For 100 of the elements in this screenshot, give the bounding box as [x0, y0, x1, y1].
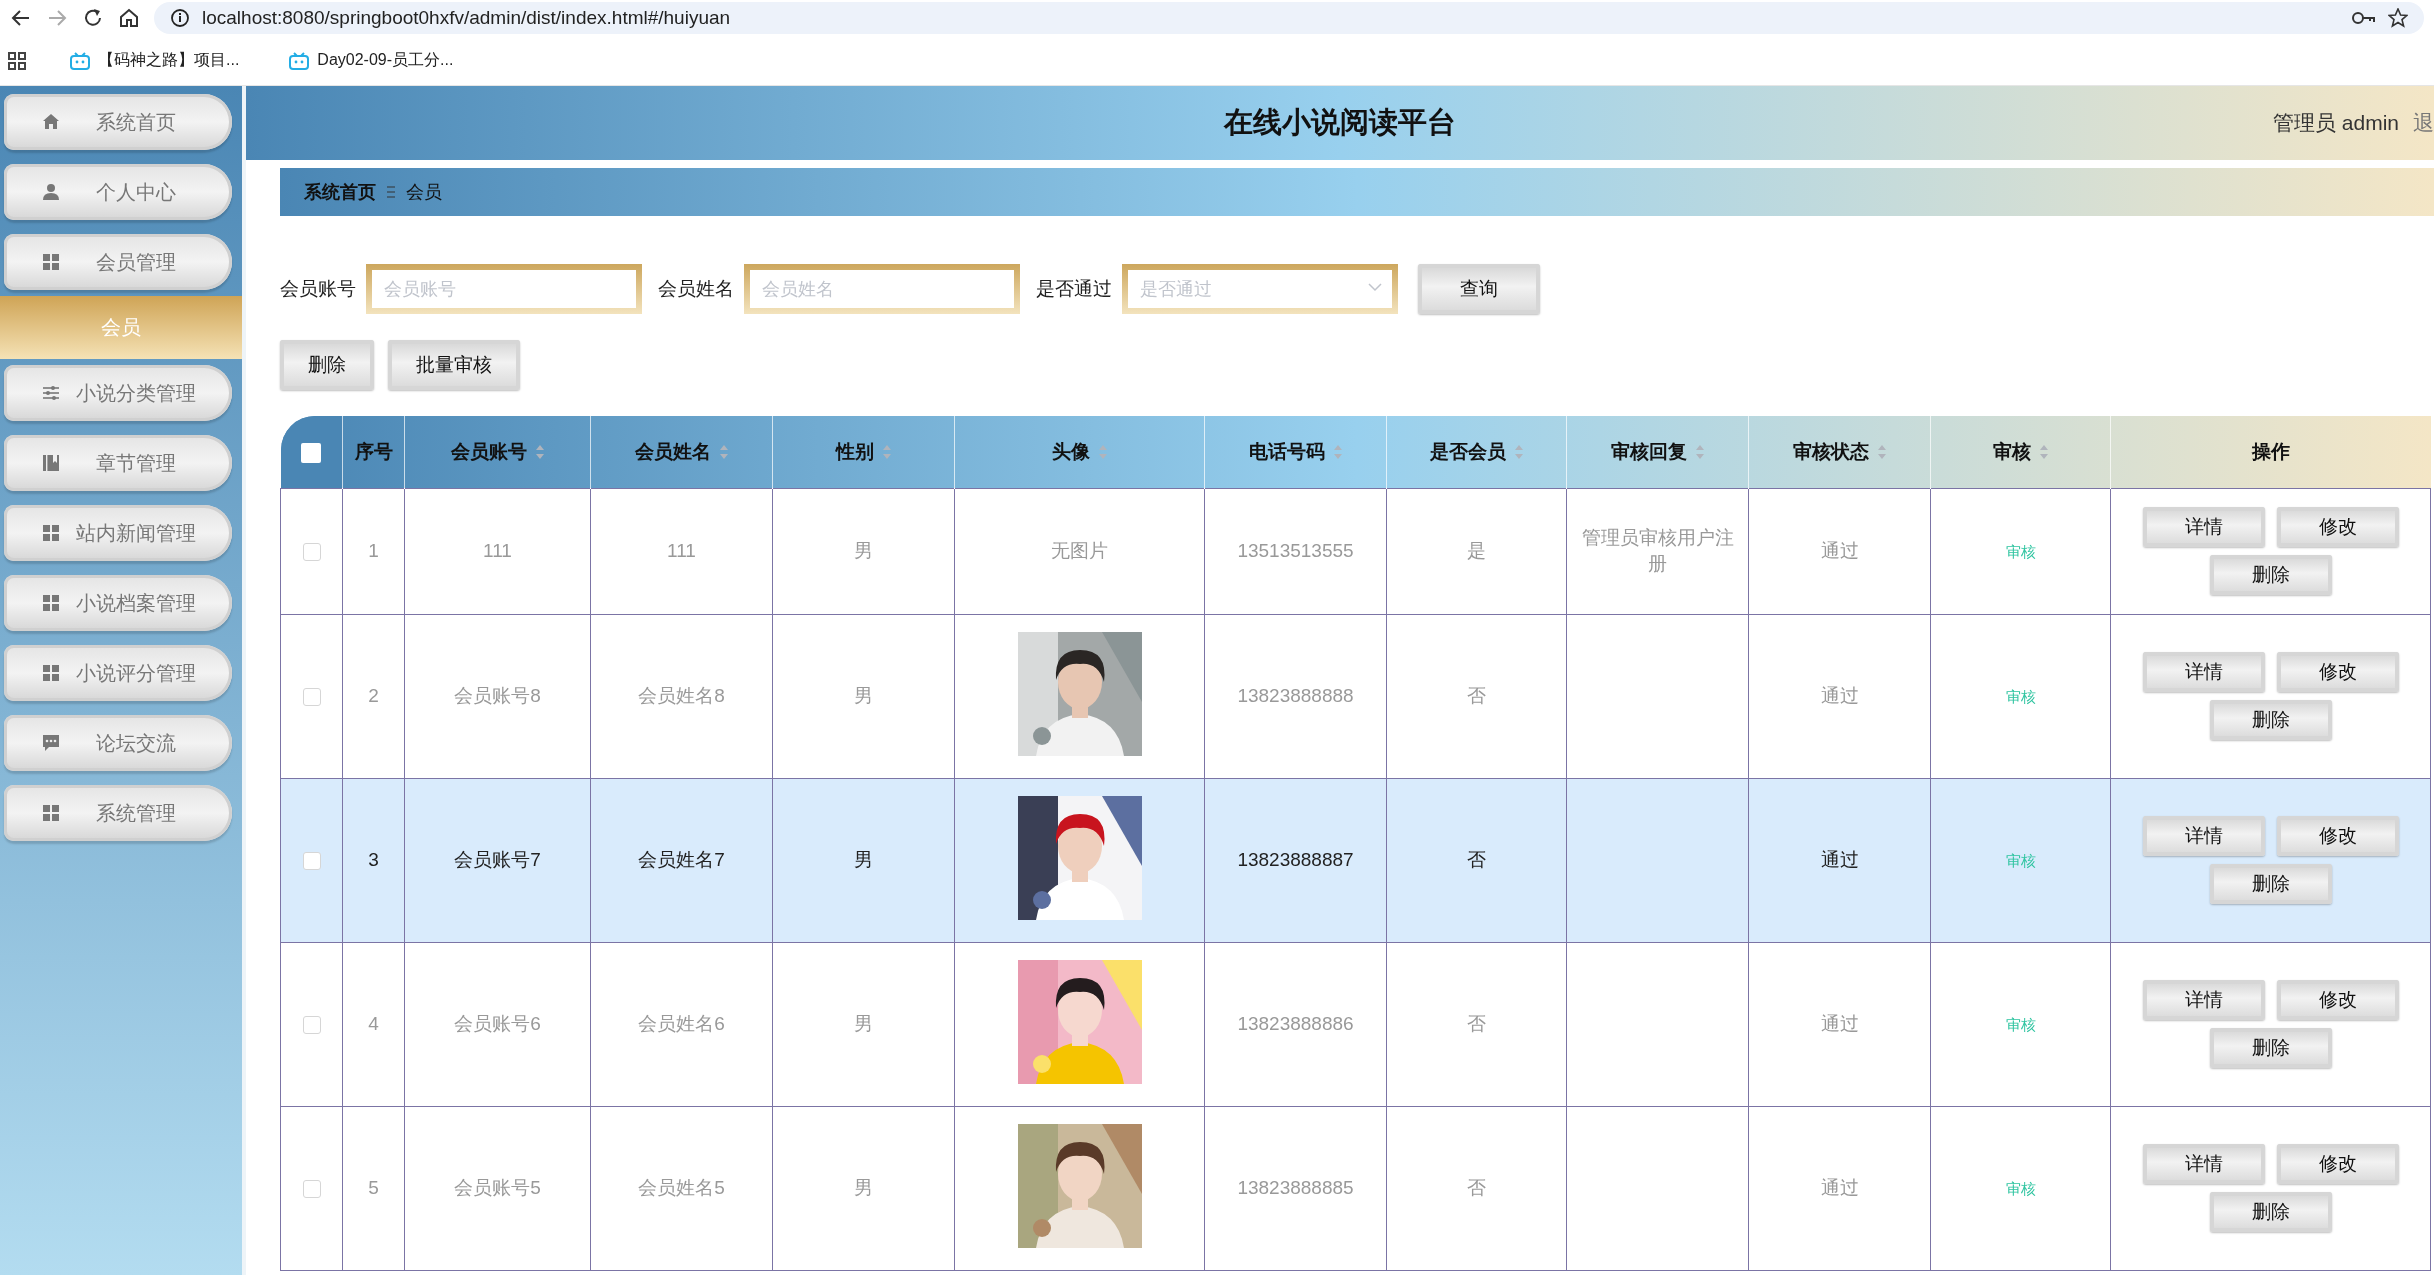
table-row[interactable]: 1 111 111 男 无图片 13513513555 是 管理员审核用户注册 通过 审核 详情 修改 删除	[280, 488, 2431, 614]
sidebar-item[interactable]: 系统首页	[4, 94, 232, 150]
table-row[interactable]: 3 会员账号7 会员姓名7 男 13823888887 否 通过 审核 详情 修改 删除	[280, 778, 2431, 942]
row-action-button[interactable]: 详情	[2142, 980, 2265, 1020]
breadcrumb-item[interactable]: 系统首页	[304, 180, 376, 204]
column-header: 会员账号	[450, 439, 527, 464]
table-cell: 会员姓名7	[638, 849, 725, 870]
input-field[interactable]: 会员账号	[366, 264, 642, 314]
table-row[interactable]: 2 会员账号8 会员姓名8 男 13823888888 否 通过 审核 详情 修改 删除	[280, 614, 2431, 778]
row-action-button[interactable]: 详情	[2142, 507, 2265, 547]
separator-icon	[386, 185, 396, 199]
sidebar-item[interactable]: 系统管理	[4, 785, 232, 841]
row-action-button[interactable]: 删除	[2209, 1192, 2332, 1232]
column-header: 电话号码	[1248, 439, 1325, 464]
table-cell: 无图片	[1051, 540, 1108, 561]
table-cell: 通过	[1820, 1013, 1859, 1034]
chat-icon	[42, 734, 60, 752]
table-cell: 否	[1467, 1177, 1486, 1198]
sliders-icon	[42, 384, 60, 402]
home-icon[interactable]	[118, 7, 140, 29]
table-cell: 男	[854, 849, 873, 870]
sort-icon[interactable]	[534, 443, 545, 460]
table-row[interactable]: 5 会员账号5 会员姓名5 男 13823888885 否 通过 审核 详情 修改 删除	[280, 1106, 2431, 1270]
sidebar-item[interactable]: 小说档案管理	[4, 575, 232, 631]
sidebar-item[interactable]: 小说评分管理	[4, 645, 232, 701]
table-cell: 会员账号6	[454, 1013, 541, 1034]
row-checkbox[interactable]	[302, 852, 321, 870]
row-action-button[interactable]: 详情	[2142, 652, 2265, 692]
apps-icon[interactable]	[8, 51, 26, 70]
table-cell: 111	[483, 540, 512, 561]
table-cell: 男	[854, 685, 873, 706]
sort-icon[interactable]	[1332, 443, 1343, 460]
select-field[interactable]: 是否通过	[1122, 264, 1398, 314]
bookmark[interactable]: 【码神之路】项目...	[64, 46, 246, 75]
table-cell: 13823888885	[1237, 1177, 1354, 1198]
home-icon	[42, 113, 60, 131]
user-label: 管理员 admin	[2272, 110, 2399, 136]
row-action-button[interactable]: 删除	[2209, 555, 2332, 595]
reload-icon[interactable]	[82, 7, 104, 29]
info-icon[interactable]	[170, 8, 190, 28]
row-checkbox[interactable]	[302, 1016, 321, 1034]
app-title: 在线小说阅读平台	[1224, 105, 1456, 140]
row-checkbox[interactable]	[302, 688, 321, 706]
sort-icon[interactable]	[1876, 443, 1887, 460]
table-cell: 会员账号8	[454, 685, 541, 706]
sidebar-item[interactable]: 论坛交流	[4, 715, 232, 771]
address-bar[interactable]: localhost:8080/springboot0hxfv/admin/dist/index.html#/huiyuan	[154, 2, 2424, 34]
breadcrumb-item[interactable]: 会员	[406, 180, 442, 204]
row-action-button[interactable]: 详情	[2142, 816, 2265, 856]
column-header: 审核回复	[1610, 439, 1687, 464]
key-icon[interactable]	[2352, 10, 2376, 26]
row-checkbox[interactable]	[302, 543, 321, 561]
row-action-button[interactable]: 修改	[2276, 652, 2399, 692]
table-row[interactable]: 4 会员账号6 会员姓名6 男 13823888886 否 通过 审核 详情 修改 删除	[280, 942, 2431, 1106]
action-button[interactable]: 批量审核	[388, 340, 520, 390]
table-cell: 4	[368, 1013, 379, 1034]
table-cell: 通过	[1820, 540, 1859, 561]
table-cell: 1	[368, 540, 379, 561]
row-action-button[interactable]: 修改	[2276, 980, 2399, 1020]
select-all-checkbox[interactable]	[301, 442, 322, 463]
table-cell: 会员姓名8	[638, 685, 725, 706]
action-button[interactable]: 删除	[280, 340, 374, 390]
sidebar-item[interactable]: 会员管理	[4, 234, 232, 290]
row-checkbox[interactable]	[302, 1180, 321, 1198]
star-icon[interactable]	[2388, 8, 2408, 28]
sidebar-item[interactable]: 个人中心	[4, 164, 232, 220]
table-cell: 男	[854, 1177, 873, 1198]
logout-link[interactable]: 退	[2413, 109, 2434, 137]
column-header: 审核	[1992, 439, 2031, 464]
bookmark[interactable]: Day02-09-员工分...	[283, 46, 460, 75]
sort-icon[interactable]	[881, 443, 892, 460]
row-action-button[interactable]: 删除	[2209, 1028, 2332, 1068]
sort-icon[interactable]	[1513, 443, 1524, 460]
tv-icon	[289, 51, 310, 70]
sort-icon[interactable]	[718, 443, 729, 460]
column-header: 审核状态	[1792, 439, 1869, 464]
grid-icon	[42, 594, 60, 612]
table-cell: 13823888886	[1237, 1013, 1354, 1034]
row-action-button[interactable]: 详情	[2142, 1144, 2265, 1184]
sort-icon[interactable]	[1097, 443, 1108, 460]
sort-icon[interactable]	[1694, 443, 1705, 460]
sidebar-item[interactable]: 站内新闻管理	[4, 505, 232, 561]
row-action-button[interactable]: 修改	[2276, 507, 2399, 547]
row-action-button[interactable]: 修改	[2276, 1144, 2399, 1184]
column-header: 是否会员	[1429, 439, 1506, 464]
user-icon	[42, 183, 60, 201]
row-action-button[interactable]: 删除	[2209, 864, 2332, 904]
row-action-button[interactable]: 修改	[2276, 816, 2399, 856]
sidebar-item[interactable]: 小说分类管理	[4, 365, 232, 421]
input-field[interactable]: 会员姓名	[744, 264, 1020, 314]
table-cell: 会员账号7	[454, 849, 541, 870]
table-cell: 管理员审核用户注册	[1581, 527, 1734, 574]
column-header: 性别	[835, 439, 874, 464]
row-action-button[interactable]: 删除	[2209, 700, 2332, 740]
table-cell: 13513513555	[1237, 540, 1354, 561]
grid-icon	[42, 253, 60, 271]
sort-icon[interactable]	[2038, 443, 2049, 460]
field-label: 会员姓名	[658, 277, 734, 301]
sidebar-item[interactable]: 章节管理	[4, 435, 232, 491]
search-button[interactable]: 查询	[1418, 264, 1540, 314]
